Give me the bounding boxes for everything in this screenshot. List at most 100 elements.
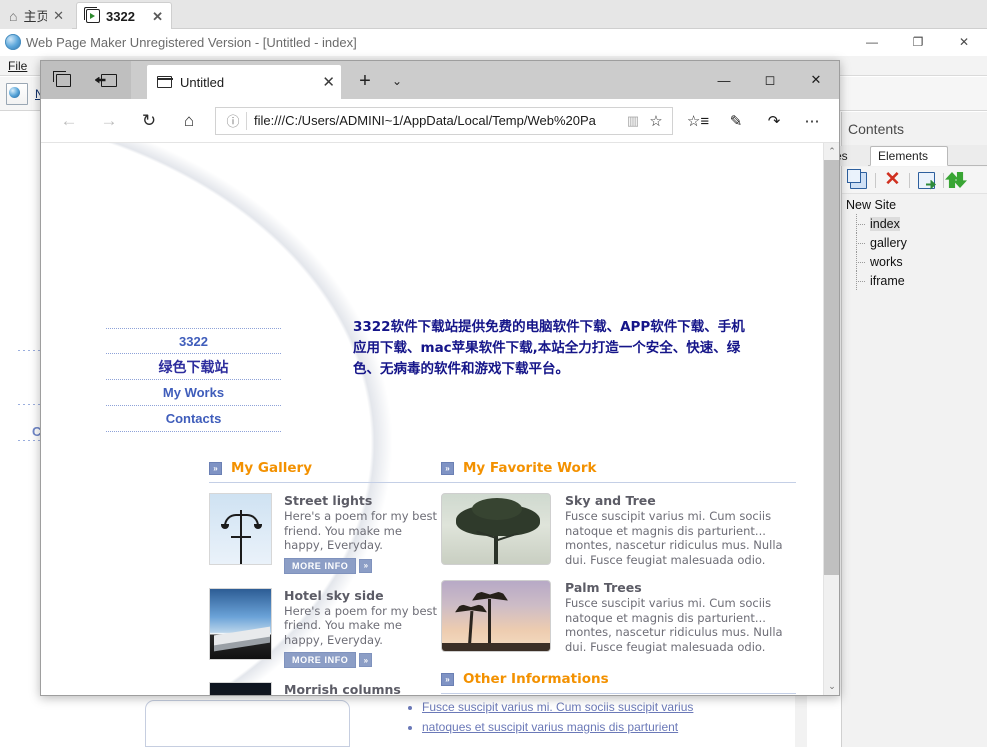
set-tabs-aside-icon[interactable] xyxy=(86,61,131,99)
maximize-button[interactable]: ◻ xyxy=(747,61,793,99)
gallery-column: » My Gallery Street lights Here's a poem… xyxy=(209,457,444,695)
nav-item-3322[interactable]: 3322 xyxy=(106,328,281,354)
divider xyxy=(909,173,910,188)
menu-file[interactable]: File xyxy=(8,59,27,73)
tree-item-iframe[interactable]: iframe xyxy=(842,272,987,291)
site-headline: 3322软件下载站提供免费的电脑软件下载、APP软件下载、手机应用下载、mac苹… xyxy=(353,317,751,380)
new-page-icon[interactable] xyxy=(6,83,28,105)
item-text: Here's a poem for my best friend. You ma… xyxy=(284,509,444,553)
share-icon[interactable]: ↷ xyxy=(755,102,793,140)
item-title: Sky and Tree xyxy=(565,493,796,508)
tabs-you-set-aside-icon[interactable] xyxy=(41,61,86,99)
chevron-down-icon[interactable]: ⌄ xyxy=(383,67,411,95)
settings-more-icon[interactable]: ⋯ xyxy=(793,102,831,140)
wpm-tabstrip: ⌂ 主页 ✕ 3322 ✕ xyxy=(0,0,987,29)
site-info-icon[interactable]: ⓘ xyxy=(220,111,246,130)
browser-viewport: 3322软件下载站提供免费的电脑软件下载、APP软件下载、手机应用下载、mac苹… xyxy=(41,143,839,695)
more-info-button[interactable]: MORE INFO » xyxy=(284,652,372,668)
scroll-down-button[interactable]: ⌄ xyxy=(824,678,839,695)
web-notes-icon[interactable]: ✎ xyxy=(717,102,755,140)
chevron-right-icon: » xyxy=(441,673,454,686)
wpm-window-controls: — ❐ ✕ xyxy=(849,29,987,55)
close-button[interactable]: ✕ xyxy=(793,61,839,99)
refresh-button[interactable]: ↻ xyxy=(129,101,169,141)
divider xyxy=(943,173,944,188)
browser-tab-untitled[interactable]: Untitled ✕ xyxy=(147,65,341,99)
forward-button[interactable]: → xyxy=(89,101,129,141)
close-icon[interactable]: ✕ xyxy=(152,10,163,23)
list-item[interactable]: natoques et suscipit varius magnis dis p… xyxy=(422,720,724,734)
divider xyxy=(246,112,247,130)
more-info-button[interactable]: MORE INFO » xyxy=(284,558,372,574)
web-page: 3322软件下载站提供免费的电脑软件下载、APP软件下载、手机应用下载、mac苹… xyxy=(41,143,823,695)
item-title: Hotel sky side xyxy=(284,588,444,603)
list-item[interactable]: Palm Trees Fusce suscipit varius mi. Cum… xyxy=(441,580,796,654)
dock-title: Contents xyxy=(848,121,904,137)
dock-tabs: es Elements xyxy=(842,145,987,166)
sky-and-tree-thumb[interactable] xyxy=(441,493,551,565)
wpm-page-gutter xyxy=(795,694,807,747)
item-title: Street lights xyxy=(284,493,444,508)
reading-view-icon[interactable]: ▥ xyxy=(622,113,644,129)
more-info-label: MORE INFO xyxy=(284,652,356,668)
item-title: Palm Trees xyxy=(565,580,796,595)
site-tree: New Site index gallery works iframe xyxy=(842,196,987,291)
tree-item-works[interactable]: works xyxy=(842,253,987,272)
tree-root[interactable]: New Site xyxy=(842,196,987,215)
new-tab-button[interactable]: + xyxy=(351,67,379,95)
favorites-hub-icon[interactable]: ☆≡ xyxy=(679,102,717,140)
close-icon[interactable]: ✕ xyxy=(53,9,64,22)
favorite-star-icon[interactable]: ☆ xyxy=(644,112,668,130)
wpm-tab-home[interactable]: ⌂ 主页 ✕ xyxy=(0,2,72,29)
contents-dock: Contents es Elements ✕ New Site index ga… xyxy=(841,112,987,747)
dock-toolbar: ✕ xyxy=(842,167,987,194)
tree-item-index[interactable]: index xyxy=(842,215,987,234)
tree-item-gallery[interactable]: gallery xyxy=(842,234,987,253)
section-header-gallery: » My Gallery xyxy=(209,457,444,483)
maximize-button[interactable]: ❐ xyxy=(895,29,941,55)
wpm-title: Web Page Maker Unregistered Version - [U… xyxy=(26,35,357,50)
address-input[interactable]: file:///C:/Users/ADMINI~1/AppData/Local/… xyxy=(254,113,622,128)
page-scrollbar[interactable]: ⌃ ⌄ xyxy=(823,143,839,695)
scroll-up-button[interactable]: ⌃ xyxy=(824,143,839,160)
street-lights-thumb[interactable] xyxy=(209,493,272,565)
list-item[interactable]: Morrish columns Here's a poem for my bes… xyxy=(209,682,444,695)
nav-item-green-download[interactable]: 绿色下载站 xyxy=(106,354,281,380)
list-item[interactable]: Fusce suscipit varius mi. Cum sociis sus… xyxy=(422,700,724,714)
nav-item-my-works[interactable]: My Works xyxy=(106,380,281,406)
address-bar[interactable]: ⓘ file:///C:/Users/ADMINI~1/AppData/Loca… xyxy=(215,107,673,135)
list-item[interactable]: Street lights Here's a poem for my best … xyxy=(209,493,444,574)
section-title: Other Informations xyxy=(463,671,609,687)
list-item[interactable]: Sky and Tree Fusce suscipit varius mi. C… xyxy=(441,493,796,567)
document-run-icon xyxy=(86,9,100,23)
divider xyxy=(875,173,876,188)
morrish-columns-thumb[interactable] xyxy=(209,682,272,695)
wpm-link-list: Fusce suscipit varius mi. Cum sociis sus… xyxy=(404,700,724,740)
back-button[interactable]: ← xyxy=(49,101,89,141)
edge-tab-tools xyxy=(41,61,131,99)
palm-trees-thumb[interactable] xyxy=(441,580,551,652)
chevron-right-icon: » xyxy=(359,559,372,573)
delete-icon[interactable]: ✕ xyxy=(884,172,901,189)
section-title: My Favorite Work xyxy=(463,460,596,476)
item-text: Here's a poem for my best friend. You ma… xyxy=(284,604,444,648)
section-header-favorite-work: » My Favorite Work xyxy=(441,457,796,483)
scrollbar-thumb[interactable] xyxy=(824,160,839,575)
edge-browser-window: Untitled ✕ + ⌄ — ◻ ✕ ← → ↻ ⌂ ⓘ file:///C… xyxy=(40,60,840,696)
copy-icon[interactable] xyxy=(850,172,867,189)
close-icon[interactable]: ✕ xyxy=(322,75,335,90)
list-item[interactable]: Hotel sky side Here's a poem for my best… xyxy=(209,588,444,669)
minimize-button[interactable]: — xyxy=(849,29,895,55)
wpm-tab-label: 主页 xyxy=(23,6,47,25)
hotel-sky-side-thumb[interactable] xyxy=(209,588,272,660)
import-icon[interactable] xyxy=(918,172,935,189)
tab-elements[interactable]: Elements xyxy=(870,146,948,166)
item-text: Fusce suscipit varius mi. Cum sociis nat… xyxy=(565,509,796,567)
minimize-button[interactable]: — xyxy=(701,61,747,99)
close-button[interactable]: ✕ xyxy=(941,29,987,55)
browser-tab-label: Untitled xyxy=(180,75,314,90)
wpm-tab-3322[interactable]: 3322 ✕ xyxy=(76,2,172,29)
more-info-label: MORE INFO xyxy=(284,558,356,574)
home-button[interactable]: ⌂ xyxy=(169,101,209,141)
nav-item-contacts[interactable]: Contacts xyxy=(106,406,281,432)
